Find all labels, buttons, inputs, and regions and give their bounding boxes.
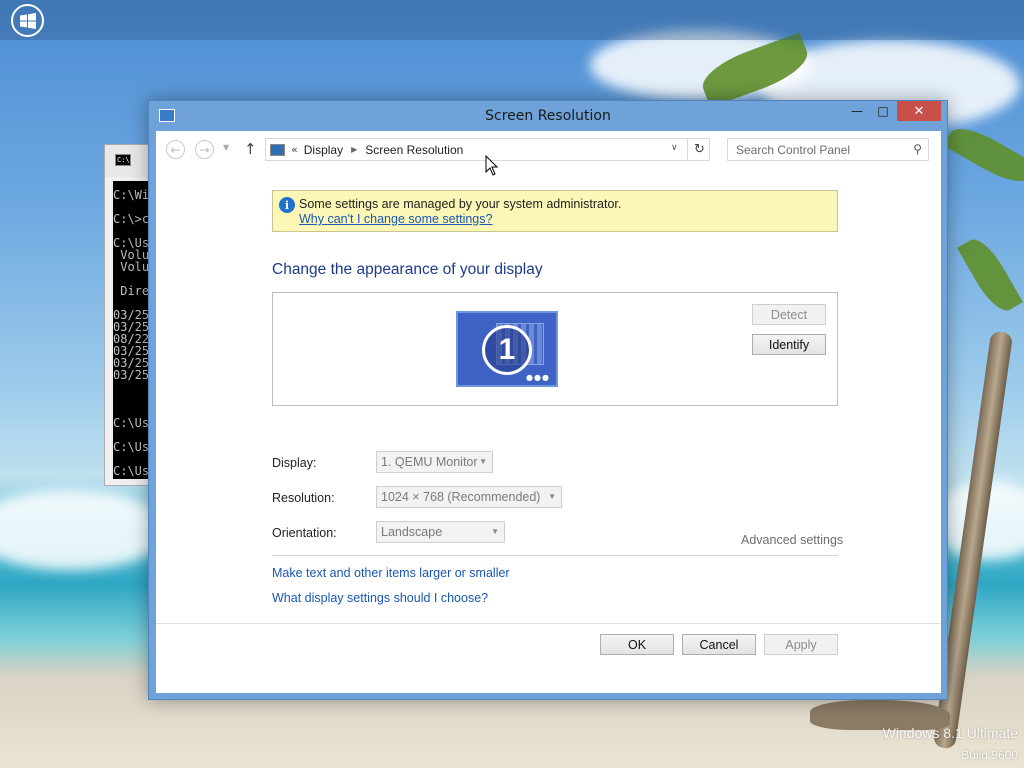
mouse-cursor-icon <box>485 155 499 176</box>
ok-button[interactable]: OK <box>600 634 674 655</box>
address-dropdown-chevron-icon[interactable]: ∨ <box>671 143 678 153</box>
palm-leaf <box>943 119 1024 191</box>
windows-logo-icon <box>19 12 36 29</box>
refresh-button[interactable]: ↻ <box>687 138 711 161</box>
resolution-label: Resolution: <box>272 491 335 505</box>
orientation-select[interactable]: Landscape ▼ <box>376 521 505 543</box>
display-select[interactable]: 1. QEMU Monitor ▼ <box>376 451 493 473</box>
breadcrumb-screen-resolution[interactable]: Screen Resolution <box>365 143 463 157</box>
detect-button[interactable]: Detect <box>752 304 826 325</box>
maximize-button[interactable]: □ <box>870 101 896 121</box>
info-icon: i <box>279 197 295 213</box>
window-title: Screen Resolution <box>485 108 611 124</box>
monitor-number: 1 <box>482 325 532 375</box>
search-input[interactable] <box>736 142 906 157</box>
search-icon[interactable]: ⚲ <box>913 142 922 156</box>
window-client-area: ← → ▼ ↑ « Display ▶ Screen Resolution ∨ … <box>156 131 941 693</box>
chevron-down-icon: ▼ <box>479 457 487 466</box>
control-panel-icon <box>270 143 285 156</box>
breadcrumb-arrow-icon[interactable]: ▶ <box>351 145 357 154</box>
apply-button[interactable]: Apply <box>764 634 838 655</box>
section-divider <box>272 555 838 556</box>
why-cant-change-link[interactable]: Why can't I change some settings? <box>299 212 492 226</box>
forward-button[interactable]: → <box>195 140 214 159</box>
orientation-label: Orientation: <box>272 526 337 540</box>
cancel-button[interactable]: Cancel <box>682 634 756 655</box>
up-button[interactable]: ↑ <box>244 140 257 158</box>
cmd-icon: C:\. <box>115 154 134 166</box>
orientation-select-value: Landscape <box>381 525 443 539</box>
search-box[interactable]: ⚲ <box>727 138 929 161</box>
monitor-dots-icon: ●●● <box>526 373 550 382</box>
display-select-value: 1. QEMU Monitor <box>381 455 478 469</box>
page-heading: Change the appearance of your display <box>272 261 543 278</box>
display-label: Display: <box>272 456 317 470</box>
screen-resolution-window: Screen Resolution — □ ✕ ← → ▼ ↑ « Displa… <box>148 100 948 700</box>
footer-divider <box>156 623 941 624</box>
display-preview-panel: 1 ●●● Detect Identify <box>272 292 838 406</box>
breadcrumb-overflow[interactable]: « <box>291 143 298 156</box>
breadcrumb-display[interactable]: Display <box>304 143 343 157</box>
admin-info-bar: i Some settings are managed by your syst… <box>272 190 838 232</box>
display-help-link[interactable]: What display settings should I choose? <box>272 591 488 605</box>
text-size-link[interactable]: Make text and other items larger or smal… <box>272 566 510 580</box>
start-button[interactable] <box>11 4 44 37</box>
close-button[interactable]: ✕ <box>897 101 941 121</box>
desktop-top-bar <box>0 0 1024 40</box>
cmd-titlebar[interactable]: C:\. <box>105 145 153 177</box>
chevron-down-icon: ▼ <box>491 527 499 536</box>
palm-leaf <box>957 232 1023 318</box>
navigation-bar: ← → ▼ ↑ « Display ▶ Screen Resolution ∨ … <box>156 131 941 169</box>
window-titlebar[interactable]: Screen Resolution — □ ✕ <box>149 101 947 131</box>
os-watermark-edition: Windows 8.1 Ultimate <box>882 725 1018 741</box>
resolution-select-value: 1024 × 768 (Recommended) <box>381 490 541 504</box>
back-button[interactable]: ← <box>166 140 185 159</box>
info-message: Some settings are managed by your system… <box>299 197 622 211</box>
background-cloud <box>0 490 170 570</box>
minimize-button[interactable]: — <box>844 101 870 121</box>
command-prompt-window[interactable]: C:\. C:\Wi C:\>c C:\Us Volu Volu Dire 03… <box>104 144 154 486</box>
recent-locations-chevron-icon[interactable]: ▼ <box>223 143 229 152</box>
cmd-output: C:\Wi C:\>c C:\Us Volu Volu Dire 03/25 0… <box>113 181 153 479</box>
identify-button[interactable]: Identify <box>752 334 826 355</box>
chevron-down-icon: ▼ <box>548 492 556 501</box>
monitor-1-thumbnail[interactable]: 1 ●●● <box>456 311 558 387</box>
os-watermark-build: Build 9600 <box>961 748 1018 762</box>
advanced-settings-link[interactable]: Advanced settings <box>741 533 843 547</box>
resolution-select[interactable]: 1024 × 768 (Recommended) ▼ <box>376 486 562 508</box>
